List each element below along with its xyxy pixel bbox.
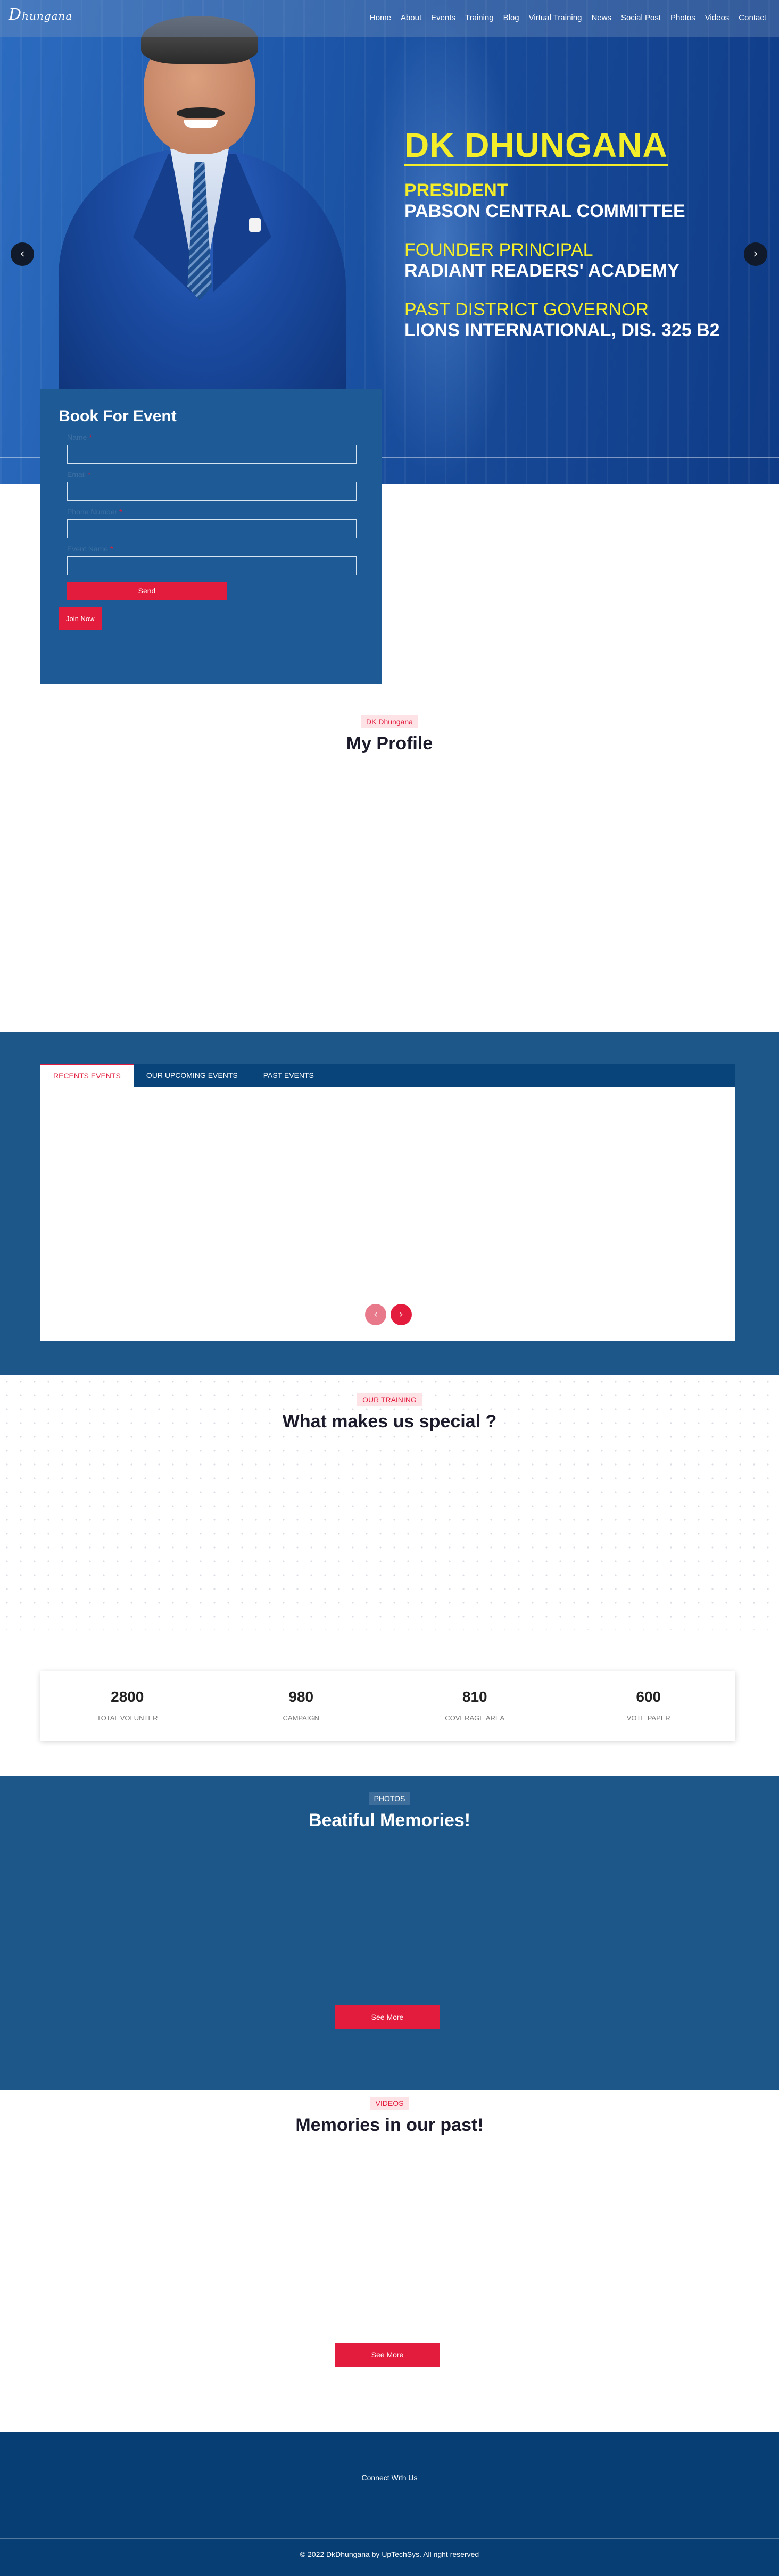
book-form-title: Book For Event xyxy=(59,407,177,425)
slider-next-button[interactable]: › xyxy=(744,242,767,266)
nav-social-post[interactable]: Social Post xyxy=(621,13,661,22)
videos-title: Memories in our past! xyxy=(295,2115,484,2135)
slider-prev-button[interactable]: ‹ xyxy=(11,242,34,266)
footer: Connect With Us © 2022 DkDhungana by UpT… xyxy=(0,2432,779,2576)
chevron-left-icon: ‹ xyxy=(20,247,25,261)
nav-videos[interactable]: Videos xyxy=(705,13,730,22)
photos-section: PHOTOS Beatiful Memories! See More xyxy=(0,1776,779,2090)
phone-input[interactable] xyxy=(67,519,357,538)
main-nav: Home About Events Training Blog Virtual … xyxy=(370,13,766,22)
join-now-button[interactable]: Join Now xyxy=(59,607,102,630)
copyright: © 2022 DkDhungana by UpTechSys. All righ… xyxy=(300,2550,479,2558)
hero-portrait xyxy=(53,16,351,415)
nav-training[interactable]: Training xyxy=(465,13,494,22)
hero-name: DK DHUNGANA xyxy=(404,127,668,167)
stat-campaign: 980 CAMPAIGN xyxy=(283,1688,319,1722)
photos-heading: PHOTOS Beatiful Memories! xyxy=(0,1792,779,1831)
nav-contact[interactable]: Contact xyxy=(739,13,766,22)
connect-with-us: Connect With Us xyxy=(361,2473,418,2482)
training-heading: OUR TRAINING What makes us special ? xyxy=(0,1393,779,1432)
nav-virtual-training[interactable]: Virtual Training xyxy=(529,13,582,22)
stat-coverage-area: 810 COVERAGE AREA xyxy=(445,1688,505,1722)
footer-divider xyxy=(0,2538,779,2539)
name-input[interactable] xyxy=(67,445,357,464)
chevron-right-icon: › xyxy=(753,247,758,261)
photos-see-more-button[interactable]: See More xyxy=(335,2005,440,2029)
hero-role-2: FOUNDER PRINCIPAL RADIANT READERS' ACADE… xyxy=(404,240,679,281)
event-name-input[interactable] xyxy=(67,556,357,575)
stat-volunteer: 2800 TOTAL VOLUNTER xyxy=(96,1688,158,1722)
videos-see-more-button[interactable]: See More xyxy=(335,2343,440,2367)
nav-news[interactable]: News xyxy=(591,13,611,22)
event-name-label: Event Name xyxy=(67,545,109,553)
hero-role-3: PAST DISTRICT GOVERNOR LIONS INTERNATION… xyxy=(404,299,720,341)
phone-label: Phone Number xyxy=(67,507,118,516)
profile-title: My Profile xyxy=(346,733,433,754)
videos-heading: VIDEOS Memories in our past! xyxy=(0,2097,779,2136)
training-tag: OUR TRAINING xyxy=(357,1393,422,1406)
events-carousel-controls: ‹ › xyxy=(365,1304,412,1325)
photos-title: Beatiful Memories! xyxy=(308,1810,471,1830)
events-section: RECENTS EVENTS OUR UPCOMING EVENTS PAST … xyxy=(0,1032,779,1375)
events-next-button[interactable]: › xyxy=(391,1304,412,1325)
lapel-pin xyxy=(249,218,261,232)
nav-blog[interactable]: Blog xyxy=(503,13,519,22)
profile-heading: DK Dhungana My Profile xyxy=(0,715,779,754)
nav-photos[interactable]: Photos xyxy=(670,13,695,22)
chevron-right-icon: › xyxy=(399,1309,403,1320)
send-button[interactable]: Send xyxy=(67,582,227,600)
nav-home[interactable]: Home xyxy=(370,13,391,22)
hero-text: DK DHUNGANA PRESIDENT PABSON CENTRAL COM… xyxy=(404,127,720,341)
book-event-form: Book For Event Name * Email * Phone Numb… xyxy=(40,389,382,684)
email-field-group: Email * xyxy=(67,470,364,501)
training-title: What makes us special ? xyxy=(282,1411,497,1432)
tab-upcoming-events[interactable]: OUR UPCOMING EVENTS xyxy=(134,1064,251,1087)
nav-events[interactable]: Events xyxy=(431,13,455,22)
top-navbar: Dhungana Home About Events Training Blog… xyxy=(0,0,779,37)
events-card: RECENTS EVENTS OUR UPCOMING EVENTS PAST … xyxy=(40,1064,735,1341)
site-logo[interactable]: Dhungana xyxy=(9,5,72,24)
photos-tag: PHOTOS xyxy=(368,1792,411,1805)
stats-bar: 2800 TOTAL VOLUNTER 980 CAMPAIGN 810 COV… xyxy=(40,1671,735,1741)
chevron-left-icon: ‹ xyxy=(374,1309,378,1320)
name-field-group: Name * xyxy=(67,433,364,464)
stat-vote-paper: 600 VOTE PAPER xyxy=(626,1688,670,1722)
hero-role-1: PRESIDENT PABSON CENTRAL COMMITTEE xyxy=(404,180,685,222)
name-label: Name xyxy=(67,433,87,441)
events-prev-button[interactable]: ‹ xyxy=(365,1304,386,1325)
nav-about[interactable]: About xyxy=(401,13,421,22)
event-name-field-group: Event Name * xyxy=(67,545,364,575)
email-label: Email xyxy=(67,470,86,479)
events-tabs: RECENTS EVENTS OUR UPCOMING EVENTS PAST … xyxy=(40,1064,735,1087)
tab-past-events[interactable]: PAST EVENTS xyxy=(251,1064,327,1087)
phone-field-group: Phone Number * xyxy=(67,507,364,538)
tab-recent-events[interactable]: RECENTS EVENTS xyxy=(40,1064,134,1087)
email-input[interactable] xyxy=(67,482,357,501)
profile-tag: DK Dhungana xyxy=(361,715,418,728)
videos-tag: VIDEOS xyxy=(370,2097,409,2110)
